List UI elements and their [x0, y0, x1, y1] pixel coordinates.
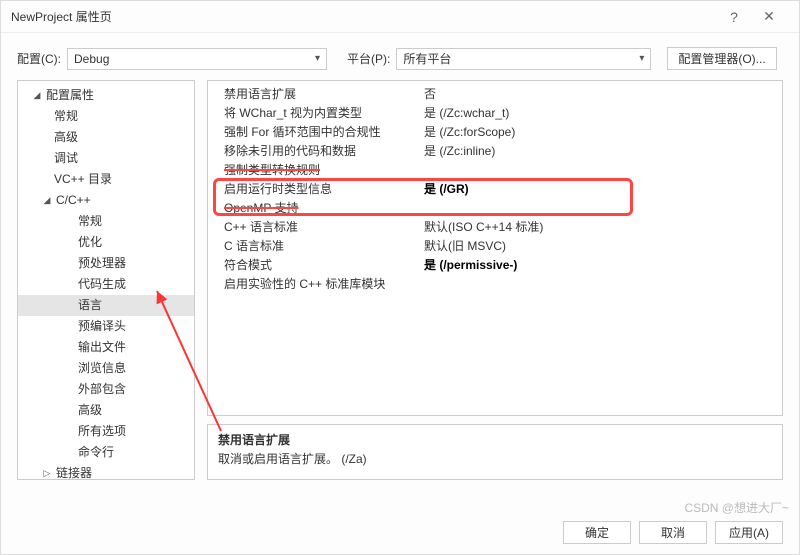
tree-item-language[interactable]: 语言: [18, 295, 194, 316]
prop-row[interactable]: C 语言标准默认(旧 MSVC): [208, 237, 782, 256]
ok-button[interactable]: 确定: [563, 521, 631, 544]
collapse-icon[interactable]: ◢: [42, 192, 52, 209]
tree-item-root[interactable]: ◢ 配置属性: [18, 85, 194, 106]
prop-row[interactable]: 符合模式是 (/permissive-): [208, 256, 782, 275]
footer: 确定 取消 应用(A): [1, 513, 799, 554]
right-pane: 禁用语言扩展否 将 WChar_t 视为内置类型是 (/Zc:wchar_t) …: [207, 80, 783, 480]
description-title: 禁用语言扩展: [218, 431, 772, 448]
config-row: 配置(C): Debug ▾ 平台(P): 所有平台 ▾ 配置管理器(O)...: [1, 33, 799, 80]
platform-dropdown[interactable]: 所有平台 ▾: [396, 48, 651, 70]
tree-item[interactable]: 常规: [18, 106, 194, 127]
tree-item[interactable]: 代码生成: [18, 274, 194, 295]
window-title: NewProject 属性页: [11, 8, 719, 25]
apply-button[interactable]: 应用(A): [715, 521, 783, 544]
tree-item[interactable]: 调试: [18, 148, 194, 169]
nav-tree[interactable]: ◢ 配置属性 常规 高级 调试 VC++ 目录 ◢ C/C++ 常规 优化 预处…: [17, 80, 195, 480]
close-button[interactable]: ✕: [749, 1, 789, 33]
prop-row[interactable]: 将 WChar_t 视为内置类型是 (/Zc:wchar_t): [208, 104, 782, 123]
expand-icon[interactable]: ▷: [42, 465, 52, 480]
platform-value: 所有平台: [403, 50, 451, 67]
tree-item[interactable]: 优化: [18, 232, 194, 253]
prop-row[interactable]: OpenMP 支持: [208, 199, 782, 218]
config-manager-button[interactable]: 配置管理器(O)...: [667, 47, 776, 70]
config-label: 配置(C):: [17, 50, 61, 67]
tree-item[interactable]: 常规: [18, 211, 194, 232]
property-grid[interactable]: 禁用语言扩展否 将 WChar_t 视为内置类型是 (/Zc:wchar_t) …: [207, 80, 783, 416]
prop-row[interactable]: C++ 语言标准默认(ISO C++14 标准): [208, 218, 782, 237]
prop-row[interactable]: 强制类型转换规则: [208, 161, 782, 180]
body-area: ◢ 配置属性 常规 高级 调试 VC++ 目录 ◢ C/C++ 常规 优化 预处…: [1, 80, 799, 480]
tree-item[interactable]: 高级: [18, 400, 194, 421]
config-dropdown[interactable]: Debug ▾: [67, 48, 327, 70]
tree-item[interactable]: 所有选项: [18, 421, 194, 442]
platform-label: 平台(P):: [347, 50, 390, 67]
prop-row[interactable]: 禁用语言扩展否: [208, 85, 782, 104]
prop-row[interactable]: 强制 For 循环范围中的合规性是 (/Zc:forScope): [208, 123, 782, 142]
cancel-button[interactable]: 取消: [639, 521, 707, 544]
description-text: 取消或启用语言扩展。 (/Za): [218, 450, 772, 467]
tree-item[interactable]: 浏览信息: [18, 358, 194, 379]
tree-item[interactable]: 高级: [18, 127, 194, 148]
help-button[interactable]: ?: [719, 1, 749, 33]
titlebar: NewProject 属性页 ? ✕: [1, 1, 799, 33]
tree-item[interactable]: 输出文件: [18, 337, 194, 358]
collapse-icon[interactable]: ◢: [32, 87, 42, 104]
tree-item[interactable]: 预编译头: [18, 316, 194, 337]
prop-row-rtti[interactable]: 启用运行时类型信息是 (/GR): [208, 180, 782, 199]
tree-item[interactable]: 命令行: [18, 442, 194, 463]
prop-row[interactable]: 移除未引用的代码和数据是 (/Zc:inline): [208, 142, 782, 161]
tree-item[interactable]: 预处理器: [18, 253, 194, 274]
property-pages-window: NewProject 属性页 ? ✕ 配置(C): Debug ▾ 平台(P):…: [0, 0, 800, 555]
chevron-down-icon: ▾: [315, 53, 320, 64]
tree-item-linker[interactable]: ▷ 链接器: [18, 463, 194, 480]
tree-item-cpp[interactable]: ◢ C/C++: [18, 190, 194, 211]
tree-item[interactable]: VC++ 目录: [18, 169, 194, 190]
chevron-down-icon: ▾: [639, 53, 644, 64]
prop-row[interactable]: 启用实验性的 C++ 标准库模块: [208, 275, 782, 294]
tree-item[interactable]: 外部包含: [18, 379, 194, 400]
config-value: Debug: [74, 52, 109, 66]
description-box: 禁用语言扩展 取消或启用语言扩展。 (/Za): [207, 424, 783, 480]
